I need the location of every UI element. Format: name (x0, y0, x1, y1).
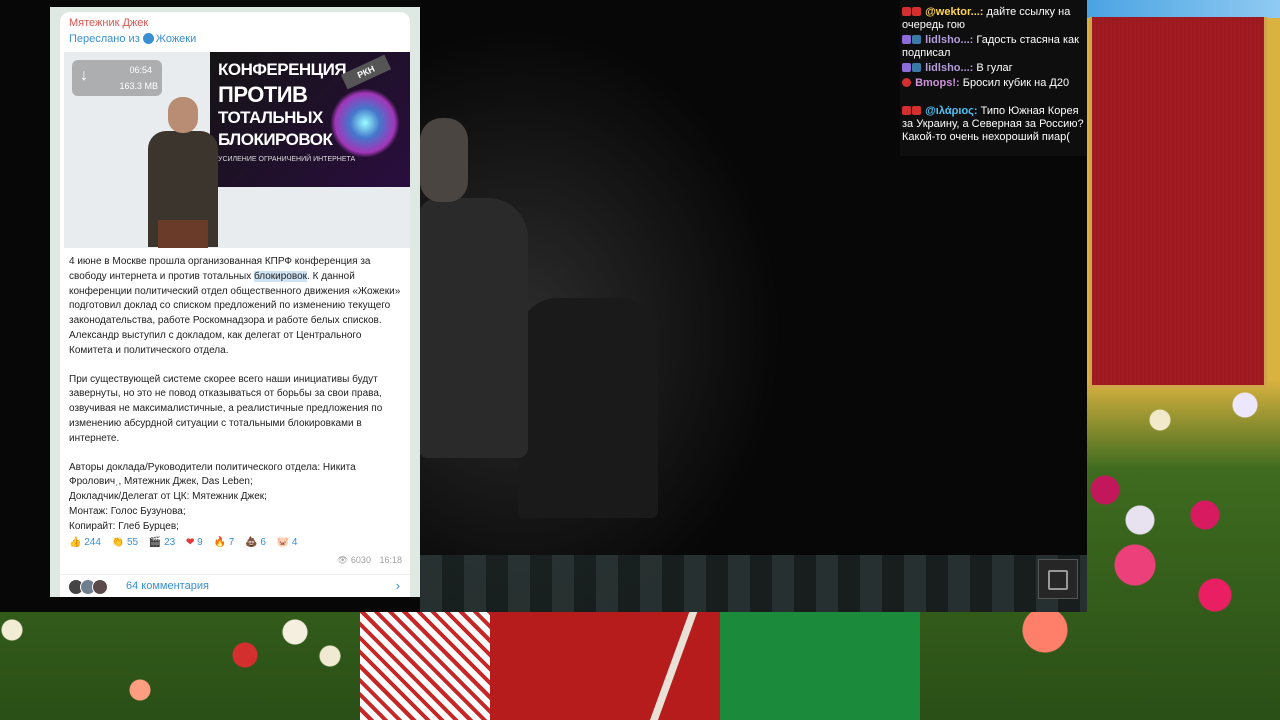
flag-red-stripe (490, 610, 730, 720)
channel-avatar-icon (142, 33, 154, 44)
reaction-emoji: 👏 (111, 537, 125, 548)
post-sender[interactable]: Мятежник Джек (69, 17, 148, 29)
authors-line: Копирайт: Глеб Бурцев; (69, 520, 179, 532)
youtube-icon (902, 106, 911, 115)
reaction-emoji: 👍 (69, 537, 82, 548)
reaction[interactable]: 🐷 4 (277, 537, 298, 548)
download-icon[interactable]: ↓ (80, 67, 88, 85)
chat-username[interactable]: lidlsho...: (925, 62, 973, 74)
sky-strip (1087, 0, 1280, 18)
forwarded-label: Переслано из (69, 33, 140, 45)
twitch-icon (902, 35, 911, 44)
video-info-badge[interactable]: ↓ 06:54 163.3 MB (72, 60, 162, 96)
reaction[interactable]: 💩 6 (245, 537, 266, 548)
reaction-emoji: ❤ (185, 537, 195, 548)
slide-line-2: ПРОТИВ (218, 82, 308, 107)
video-duration: 06:54 (129, 65, 152, 75)
slide-subtitle: УСИЛЕНИЕ ОГРАНИЧЕНИЙ ИНТЕРНЕТА (218, 156, 356, 163)
post-time: 16:18 (379, 555, 402, 565)
para1-highlight: блокировок (254, 270, 308, 282)
reaction[interactable]: 🎬 23 (149, 537, 175, 548)
view-count: 6030 (350, 555, 371, 565)
reaction-count: 244 (84, 537, 101, 548)
slide-line-3: ТОТАЛЬНЫХ (218, 108, 323, 127)
checkered-floor (420, 555, 1087, 612)
reaction-count: 7 (228, 537, 235, 548)
slide-line-1: КОНФЕРЕНЦИЯ (218, 60, 347, 79)
commenter-avatar (92, 579, 108, 595)
reaction-emoji: 🔥 (213, 537, 226, 548)
youtube-icon (902, 7, 911, 16)
chat-username[interactable]: @wektor...: (925, 6, 983, 18)
figure-body (418, 198, 528, 458)
para1-end: . К данной конференции политический отде… (69, 270, 401, 356)
reaction-count: 4 (291, 537, 298, 548)
chat-username[interactable]: Bmops!: (915, 77, 960, 89)
chat-username[interactable]: @ιλάριος: (925, 105, 978, 117)
video-thumbnail[interactable]: КОНФЕРЕНЦИЯ ПРОТИВ ТОТАЛЬНЫХ БЛОКИРОВОК … (64, 52, 410, 248)
authors-line: Монтаж: Голос Бузунова; (69, 505, 186, 517)
eye-icon: 👁 (336, 555, 349, 565)
post-meta: 👁 6030 16:18 (337, 555, 402, 566)
figure-head (420, 118, 468, 202)
authors-line: Докладчик/Делегат от ЦК: Мятежник Джек; (69, 491, 267, 503)
chat-username[interactable]: lidlsho...: (925, 34, 973, 46)
reaction-count: 6 (260, 537, 266, 548)
comments-bar[interactable]: 64 комментария › (60, 574, 410, 597)
reaction-emoji: 🐷 (276, 537, 290, 548)
slide-spark (330, 88, 400, 158)
flag-banner (360, 610, 920, 720)
armchair (518, 298, 658, 518)
chat-message: lidlsho...: Гадость стасяна как подписал (902, 34, 1085, 60)
video-size: 163.3 MB (119, 81, 158, 91)
channel-watermark-icon (1038, 559, 1078, 599)
forwarded-channel[interactable]: Жожеки (156, 33, 196, 45)
podium (158, 220, 208, 248)
badge-icon (912, 63, 921, 72)
chat-text: В гулаг (976, 62, 1013, 74)
chat-text: Бросил кубик на Д20 (962, 77, 1070, 89)
post-paragraph-1: 4 июне в Москве прошла организованная КП… (69, 255, 403, 359)
chat-message: @ιλάριος: Типо Южная Корея за Украину, а… (902, 105, 1085, 144)
chat-message: @wektor...: дайте ссылку на очередь гою (902, 6, 1085, 32)
reaction[interactable]: ❤ 9 (186, 537, 203, 548)
badge-icon (912, 7, 921, 16)
speaker-head (168, 97, 198, 133)
reaction-emoji: 💩 (245, 537, 258, 548)
reaction-count: 23 (164, 537, 176, 548)
chat-message: lidlsho...: В гулаг (902, 62, 1085, 75)
reaction[interactable]: 👏 55 (112, 537, 138, 548)
post-text: 4 июне в Москве прошла организованная КП… (69, 255, 403, 535)
slide-tag: РКН (340, 54, 392, 90)
reaction[interactable]: 🔥 7 (214, 537, 235, 548)
user-icon (902, 78, 911, 87)
chat-message: Bmops!: Бросил кубик на Д20 (902, 77, 1085, 90)
reaction[interactable]: 👍 244 (69, 537, 101, 548)
twitch-icon (902, 63, 911, 72)
red-frame-panel (1089, 17, 1267, 388)
stream-chat: @wektor...: дайте ссылку на очередь гою … (900, 0, 1087, 156)
authors-line: Авторы доклада/Руководители политическог… (69, 461, 356, 488)
flag-green-stripe (720, 610, 920, 720)
chevron-right-icon[interactable]: › (396, 578, 400, 593)
telegram-post: Мятежник Джек Переслано из Жожеки КОНФЕР… (60, 12, 410, 597)
reaction-emoji: 🎬 (148, 537, 162, 548)
ornament-stripe (360, 610, 500, 720)
slide-line-4: БЛОКИРОВОК (218, 130, 333, 149)
conference-slide: КОНФЕРЕНЦИЯ ПРОТИВ ТОТАЛЬНЫХ БЛОКИРОВОК … (210, 52, 410, 187)
seated-figure (418, 118, 658, 558)
reaction-count: 9 (197, 537, 203, 548)
reaction-count: 55 (126, 537, 139, 548)
comments-count[interactable]: 64 комментария (126, 580, 209, 592)
post-paragraph-2: При существующей системе скорее всего на… (69, 373, 383, 444)
badge-icon (912, 106, 921, 115)
badge-icon (912, 35, 921, 44)
reactions-bar: 👍 244 👏 55 🎬 23 ❤ 9 🔥 7 💩 6 🐷 4 (69, 537, 305, 548)
forwarded-from[interactable]: Переслано из Жожеки (69, 33, 196, 45)
